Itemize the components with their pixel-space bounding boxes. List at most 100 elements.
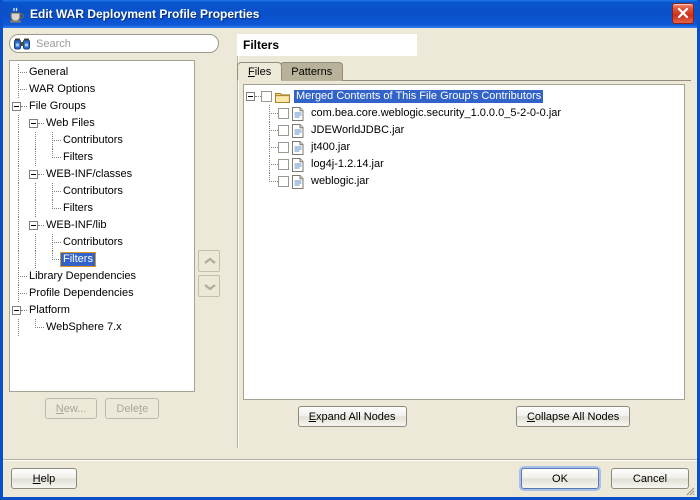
nav-tree-item-label: Contributors — [63, 134, 123, 146]
chevron-down-icon — [204, 284, 216, 291]
new-button[interactable]: New... — [44, 398, 98, 419]
tree-guide — [261, 105, 278, 122]
nav-tree-item[interactable]: WEB-INF/lib — [10, 217, 194, 234]
delete-button[interactable]: Dele t e — [105, 398, 160, 419]
nav-tree-item[interactable]: General — [10, 64, 194, 81]
minus-box-icon[interactable] — [12, 102, 21, 111]
nav-tree-item-label: Library Dependencies — [29, 270, 137, 282]
nav-tree-item-label: Filters — [63, 151, 93, 163]
tree-actions: New... Dele t e — [9, 398, 195, 419]
file-tree-item[interactable]: weblogic.jar — [244, 173, 684, 190]
nav-tree-item[interactable]: Profile Dependencies — [10, 285, 194, 302]
file-tree-item[interactable]: com.bea.core.weblogic.security_1.0.0.0_5… — [244, 105, 684, 122]
nav-tree-item-label: Contributors — [63, 185, 123, 197]
tree-indent — [10, 115, 27, 132]
nav-tree-item-label: File Groups — [29, 100, 86, 112]
file-checkbox[interactable] — [261, 91, 272, 102]
tree-expand-toggle[interactable] — [27, 115, 44, 132]
minus-box-icon[interactable] — [12, 306, 21, 315]
tree-indent — [27, 132, 44, 149]
tree-indent — [10, 200, 27, 217]
nav-tree-item[interactable]: Web Files — [10, 115, 194, 132]
tree-indent — [27, 149, 44, 166]
file-checkbox[interactable] — [278, 125, 289, 136]
tab-bar: Files Patterns — [237, 62, 344, 81]
file-tree-root[interactable]: Merged Contents of This File Group's Con… — [244, 88, 684, 105]
tree-guide — [10, 285, 27, 302]
file-tree[interactable]: Merged Contents of This File Group's Con… — [243, 84, 685, 400]
folder-icon — [275, 91, 290, 103]
nav-tree-item[interactable]: Platform — [10, 302, 194, 319]
file-tree-item-label: log4j-1.2.14.jar — [311, 158, 384, 170]
tree-expand-actions: Expand All Nodes Collapse All Nodes — [243, 406, 685, 427]
tree-indent — [10, 217, 27, 234]
tab-patterns[interactable]: Patterns — [280, 62, 344, 81]
tree-indent — [10, 166, 27, 183]
tree-guide — [44, 200, 61, 217]
document-icon — [292, 140, 304, 155]
close-icon[interactable] — [672, 3, 694, 24]
nav-tree-item-label: Web Files — [46, 117, 95, 129]
nav-tree-item[interactable]: Contributors — [10, 132, 194, 149]
document-icon — [292, 174, 304, 189]
tree-expand-toggle[interactable] — [244, 88, 261, 105]
nav-tree-item[interactable]: Filters — [10, 251, 194, 268]
file-tree-item[interactable]: jt400.jar — [244, 139, 684, 156]
minus-box-icon[interactable] — [29, 221, 38, 230]
search-input[interactable]: Search — [9, 34, 219, 53]
tree-indent — [10, 251, 27, 268]
collapse-all-button[interactable]: Collapse All Nodes — [515, 406, 631, 427]
header-filler — [417, 34, 691, 56]
nav-tree-item-label: WebSphere 7.x — [46, 321, 122, 333]
move-up-button[interactable] — [198, 250, 220, 272]
tree-expand-toggle[interactable] — [10, 302, 27, 319]
resize-grip-icon[interactable] — [683, 484, 695, 496]
nav-tree-item[interactable]: Contributors — [10, 234, 194, 251]
file-tree-item-label: weblogic.jar — [311, 175, 370, 187]
tree-guide — [44, 132, 61, 149]
tree-indent — [10, 132, 27, 149]
file-tree-item-label: com.bea.core.weblogic.security_1.0.0.0_5… — [311, 107, 562, 119]
minus-box-icon[interactable] — [29, 170, 38, 179]
cancel-button[interactable]: Cancel — [611, 468, 689, 489]
minus-box-icon[interactable] — [246, 92, 255, 101]
file-checkbox[interactable] — [278, 159, 289, 170]
search-placeholder: Search — [36, 37, 71, 50]
footer: Help OK Cancel — [3, 461, 697, 497]
tab-files[interactable]: Files — [237, 62, 283, 81]
content-header: Filters — [237, 34, 691, 56]
file-tree-item[interactable]: JDEWorldJDBC.jar — [244, 122, 684, 139]
tree-expand-toggle[interactable] — [10, 98, 27, 115]
window-title: Edit WAR Deployment Profile Properties — [30, 7, 260, 21]
page-title: Filters — [237, 34, 417, 56]
move-down-button[interactable] — [198, 275, 220, 297]
navigation-tree[interactable]: General WAR Options File Groups Web Files Co… — [9, 60, 195, 392]
help-button[interactable]: Help — [11, 468, 77, 489]
nav-tree-item[interactable]: File Groups — [10, 98, 194, 115]
content-pane: Filters Files Patterns Merged Contents of… — [237, 34, 691, 459]
minus-box-icon[interactable] — [29, 119, 38, 128]
nav-tree-item-label: WEB-INF/classes — [46, 168, 133, 180]
file-checkbox[interactable] — [278, 176, 289, 187]
nav-tree-item[interactable]: WAR Options — [10, 81, 194, 98]
nav-tree-item[interactable]: WebSphere 7.x — [10, 319, 194, 336]
file-tree-item[interactable]: log4j-1.2.14.jar — [244, 156, 684, 173]
tree-guide — [261, 173, 278, 190]
file-checkbox[interactable] — [278, 108, 289, 119]
tree-expand-toggle[interactable] — [27, 166, 44, 183]
file-tree-item-label: JDEWorldJDBC.jar — [311, 124, 405, 136]
nav-tree-item[interactable]: Contributors — [10, 183, 194, 200]
nav-tree-item[interactable]: Filters — [10, 200, 194, 217]
document-icon — [292, 106, 304, 121]
file-checkbox[interactable] — [278, 142, 289, 153]
nav-tree-item[interactable]: WEB-INF/classes — [10, 166, 194, 183]
nav-tree-item-label: Contributors — [63, 236, 123, 248]
expand-all-button[interactable]: Expand All Nodes — [297, 406, 407, 427]
ok-button[interactable]: OK — [521, 468, 599, 489]
reorder-buttons — [198, 250, 222, 300]
nav-tree-item[interactable]: Filters — [10, 149, 194, 166]
tree-expand-toggle[interactable] — [27, 217, 44, 234]
nav-tree-item[interactable]: Library Dependencies — [10, 268, 194, 285]
nav-tree-item-label: General — [29, 66, 69, 78]
